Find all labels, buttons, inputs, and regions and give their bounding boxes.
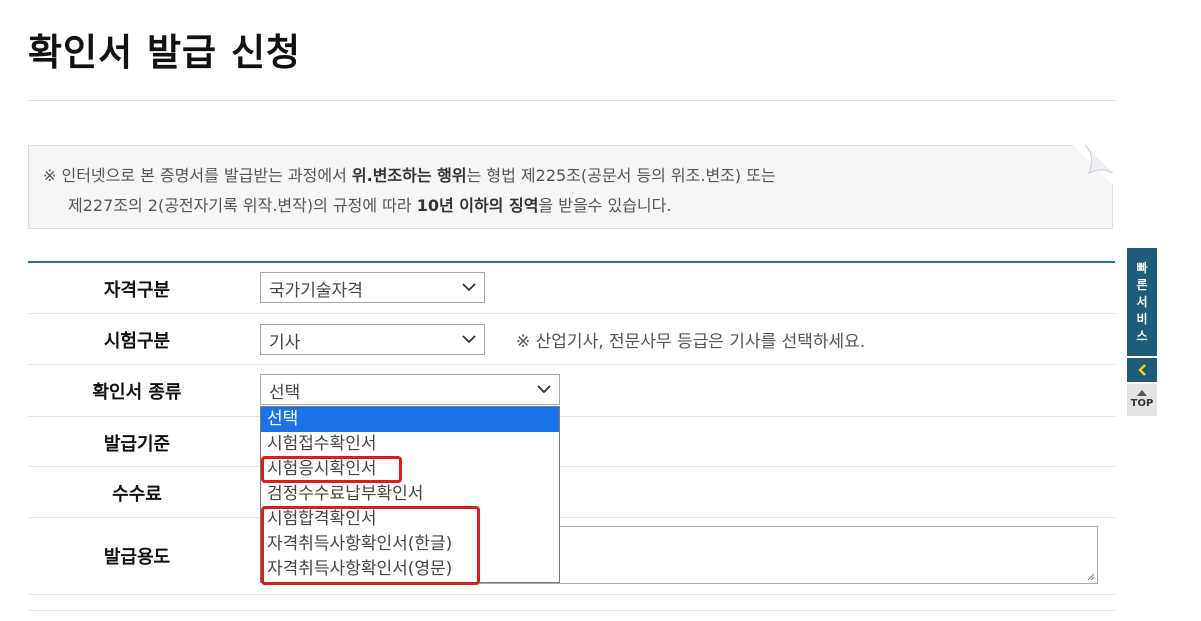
exam-type-select[interactable]: 기사 bbox=[260, 324, 485, 355]
top-label: TOP bbox=[1130, 398, 1154, 409]
row-exam-type: 시험구분 기사 ※ 산업기사, 전문사무 등급은 기사를 선택하세요. bbox=[28, 314, 1115, 365]
quick-menu-toggle[interactable] bbox=[1127, 358, 1157, 382]
notice-line-1: ※ 인터넷으로 본 증명서를 발급받는 과정에서 위.변조하는 행위는 형법 제… bbox=[43, 161, 776, 191]
arrow-up-icon bbox=[1137, 390, 1147, 396]
row-fee: 수수료 bbox=[28, 467, 1115, 518]
chevron-down-icon bbox=[537, 385, 551, 394]
legal-notice: ※ 인터넷으로 본 증명서를 발급받는 과정에서 위.변조하는 행위는 형법 제… bbox=[28, 145, 1113, 229]
title-divider bbox=[28, 100, 1115, 101]
certificate-type-label: 확인서 종류 bbox=[92, 382, 182, 403]
notice-line1-bold: 위.변조하는 행위 bbox=[351, 166, 467, 185]
dropdown-option[interactable]: 선택 bbox=[261, 407, 559, 432]
dropdown-option[interactable]: 검정수수료납부확인서 bbox=[261, 482, 559, 507]
row-qualification: 자격구분 국가기술자격 bbox=[28, 263, 1115, 314]
highlight-box bbox=[261, 506, 480, 585]
qualification-label: 자격구분 bbox=[103, 280, 171, 301]
certificate-type-value: 선택 bbox=[269, 383, 301, 403]
certificate-form: 자격구분 국가기술자격 시험구분 기사 ※ 산업기사, 전문사무 등급은 기사를… bbox=[28, 261, 1115, 611]
row-certificate-type: 확인서 종류 선택 bbox=[28, 365, 1115, 417]
notice-line-2: 제227조의 2(공전자기록 위작.변작)의 규정에 따라 10년 이하의 징역… bbox=[43, 191, 776, 221]
certificate-type-select[interactable]: 선택 bbox=[260, 374, 560, 405]
quick-service-button[interactable]: 빠른서비스 bbox=[1127, 248, 1157, 356]
resize-handle-icon[interactable] bbox=[1087, 573, 1095, 581]
qualification-value: 국가기술자격 bbox=[269, 281, 363, 301]
dropdown-option[interactable]: 시험접수확인서 bbox=[261, 432, 559, 457]
exam-type-value: 기사 bbox=[269, 333, 301, 353]
quick-menu: 빠른서비스 TOP bbox=[1127, 248, 1157, 416]
row-bottom bbox=[28, 595, 1115, 611]
exam-type-hint: ※ 산업기사, 전문사무 등급은 기사를 선택하세요. bbox=[516, 332, 866, 352]
row-purpose: 발급용도 bbox=[28, 518, 1115, 595]
purpose-label: 발급용도 bbox=[103, 547, 171, 568]
chevron-down-icon bbox=[462, 335, 476, 344]
highlight-box bbox=[261, 456, 402, 483]
scroll-top-button[interactable]: TOP bbox=[1127, 384, 1157, 416]
chevron-left-icon bbox=[1138, 364, 1146, 376]
issue-basis-label: 발급기준 bbox=[103, 434, 171, 455]
row-issue-basis: 발급기준 bbox=[28, 417, 1115, 467]
fee-label: 수수료 bbox=[112, 484, 162, 505]
notice-line2-prefix: 제227조의 2(공전자기록 위작.변작)의 규정에 따라 bbox=[68, 196, 417, 215]
chevron-down-icon bbox=[462, 283, 476, 292]
page-fold-icon bbox=[1073, 145, 1113, 185]
quick-service-label: 빠른서비스 bbox=[1136, 261, 1148, 343]
notice-line2-suffix: 을 받을수 있습니다. bbox=[538, 196, 672, 215]
page-title: 확인서 발급 신청 bbox=[28, 31, 302, 74]
notice-line2-bold: 10년 이하의 징역 bbox=[416, 196, 539, 215]
notice-line1-prefix: ※ 인터넷으로 본 증명서를 발급받는 과정에서 bbox=[43, 166, 352, 185]
exam-type-label: 시험구분 bbox=[103, 331, 171, 352]
qualification-select[interactable]: 국가기술자격 bbox=[260, 272, 485, 303]
notice-text: ※ 인터넷으로 본 증명서를 발급받는 과정에서 위.변조하는 행위는 형법 제… bbox=[43, 161, 776, 221]
notice-line1-suffix: 는 형법 제225조(공문서 등의 위조.변조) 또는 bbox=[466, 166, 776, 185]
